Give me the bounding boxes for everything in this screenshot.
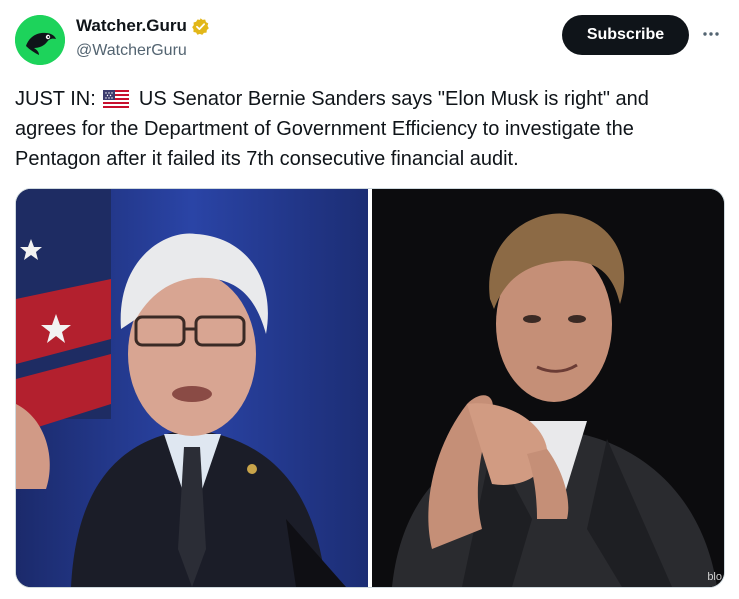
watcher-guru-logo-icon <box>15 15 65 65</box>
media-watermark: blo <box>707 571 722 583</box>
author-handle[interactable]: @WatcherGuru <box>76 42 187 60</box>
elon-musk-photo[interactable] <box>372 189 724 587</box>
tweet-media[interactable]: blo <box>15 188 725 588</box>
tweet-prefix: JUST IN: <box>15 88 96 110</box>
avatar[interactable] <box>15 15 65 65</box>
us-flag-icon <box>103 90 130 108</box>
bernie-sanders-photo[interactable] <box>16 189 368 587</box>
more-horizontal-icon[interactable] <box>699 22 723 46</box>
tweet-text: JUST IN: US Senator Bernie Sanders says … <box>15 84 715 174</box>
subscribe-button[interactable]: Subscribe <box>562 15 689 55</box>
author-name-row: Watcher.Guru <box>76 15 210 37</box>
author-display-name[interactable]: Watcher.Guru <box>76 16 187 36</box>
gold-verified-icon <box>192 17 209 35</box>
